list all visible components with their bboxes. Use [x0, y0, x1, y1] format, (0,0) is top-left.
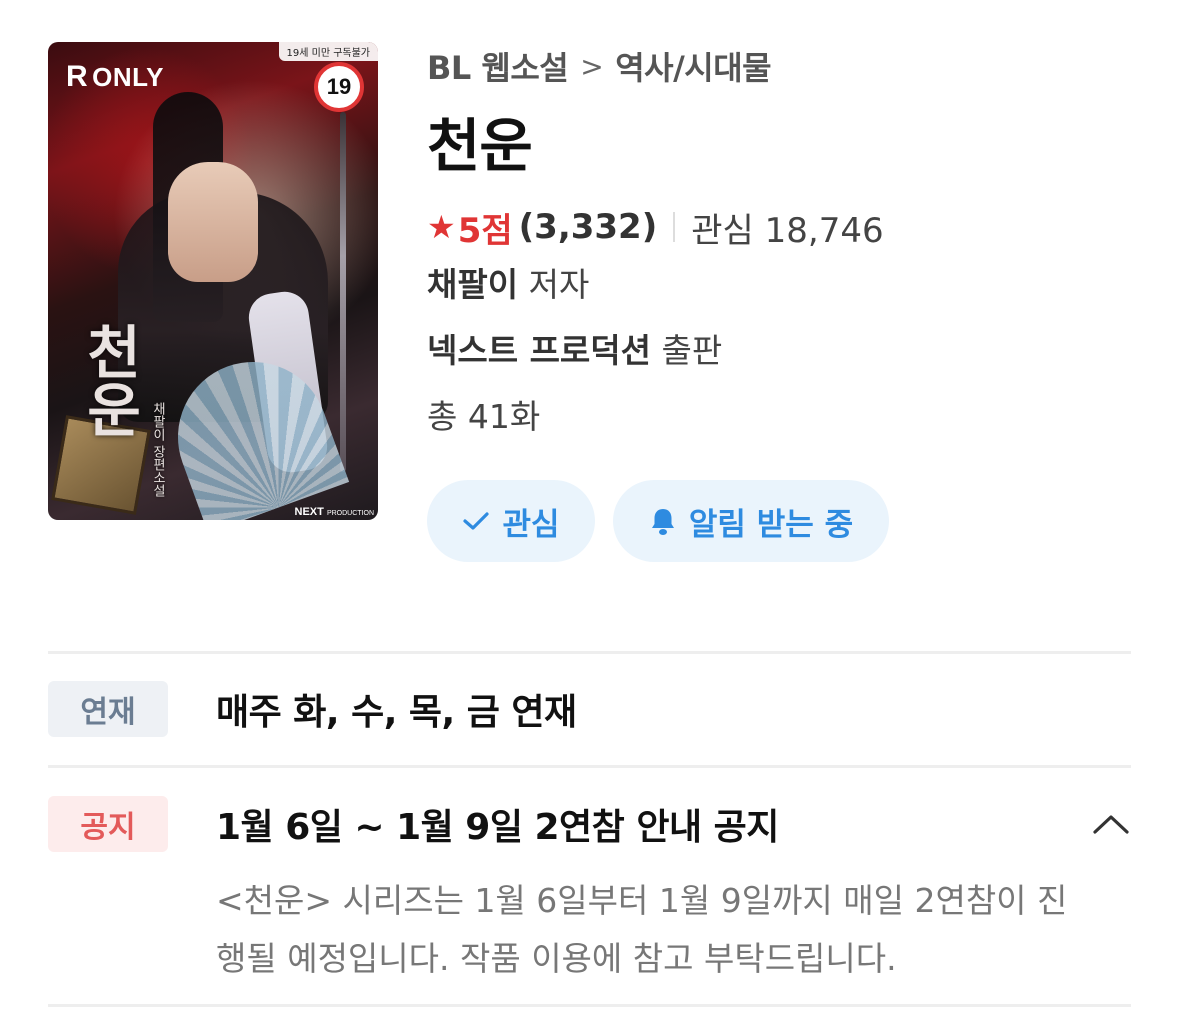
- notice-body: <천운> 시리즈는 1월 6일부터 1월 9일까지 매일 2연참이 진 행될 예…: [216, 872, 1126, 988]
- notice-tag: 공지: [48, 796, 168, 852]
- cover-art-sword: [340, 112, 346, 472]
- action-buttons: 관심 알림 받는 중: [427, 480, 1147, 562]
- cover-art-figure: [168, 162, 258, 282]
- section-divider: [48, 1004, 1131, 1007]
- rating-count[interactable]: (3,332): [519, 207, 658, 247]
- star-icon: ★: [427, 208, 456, 246]
- schedule-tag: 연재: [48, 681, 168, 737]
- breadcrumb: BL 웹소설 > 역사/시대물: [427, 40, 1147, 92]
- notice-title[interactable]: 1월 6일 ~ 1월 9일 2연참 안내 공지: [216, 798, 779, 850]
- publisher-name[interactable]: 넥스트 프로덕션: [427, 331, 651, 370]
- publisher-line: 넥스트 프로덕션 출판: [427, 318, 1147, 384]
- check-icon: [462, 510, 490, 532]
- breadcrumb-genre[interactable]: 역사/시대물: [615, 43, 771, 89]
- divider: [673, 212, 676, 242]
- breadcrumb-category[interactable]: BL 웹소설: [427, 43, 569, 89]
- publisher-logo-main: NEXT: [294, 506, 324, 518]
- cover-art-title: 천운: [75, 322, 143, 438]
- section-divider: [48, 651, 1131, 654]
- schedule-row: 연재 매주 화, 수, 목, 금 연재: [48, 681, 1131, 737]
- age-rating-badge: 19: [314, 62, 364, 112]
- notice-header[interactable]: 공지 1월 6일 ~ 1월 9일 2연참 안내 공지: [48, 796, 1131, 852]
- rating-row: ★ 5점 (3,332) 관심 18,746: [427, 202, 1147, 252]
- interest-button-label: 관심: [502, 506, 560, 543]
- interest-button[interactable]: 관심: [427, 480, 595, 562]
- section-divider: [48, 765, 1131, 768]
- notification-button-label: 알림 받는 중: [688, 506, 854, 543]
- page-title: 천운: [427, 112, 533, 180]
- notice-body-line: 행될 예정입니다. 작품 이용에 참고 부탁드립니다.: [216, 939, 897, 978]
- breadcrumb-chevron-icon: >: [580, 49, 604, 83]
- notice-body-line: <천운> 시리즈는 1월 6일부터 1월 9일까지 매일 2연참이 진: [216, 881, 1068, 920]
- author-line: 채팔이 저자: [427, 252, 1147, 318]
- cover-art-author: 채팔이 장편소설: [150, 402, 165, 498]
- episode-count: 총 41화: [427, 397, 541, 436]
- author-role: 저자: [518, 265, 590, 304]
- r-only-badge: R ONLY: [66, 60, 164, 94]
- rating-score: 5점: [457, 210, 513, 251]
- r-only-badge-r: R: [66, 60, 89, 93]
- publisher-role: 출판: [651, 331, 723, 370]
- publisher-logo: NEXT PRODUCTION: [295, 506, 374, 518]
- age-restriction-notice: 19세 미만 구독불가: [278, 42, 378, 61]
- work-info: BL 웹소설 > 역사/시대물 천운 ★ 5점 (3,332) 관심 18,74…: [427, 40, 1147, 562]
- cover-image[interactable]: 천운 채팔이 장편소설 R ONLY 19세 미만 구독불가 19 NEXT PR…: [48, 42, 378, 520]
- chevron-up-icon[interactable]: [1091, 810, 1131, 838]
- publisher-logo-sub: PRODUCTION: [326, 510, 374, 517]
- bell-icon: [649, 506, 677, 536]
- schedule-text: 매주 화, 수, 목, 금 연재: [216, 692, 577, 733]
- author-name[interactable]: 채팔이: [427, 265, 518, 304]
- notification-button[interactable]: 알림 받는 중: [613, 480, 889, 562]
- interest-count: 관심 18,746: [691, 210, 884, 251]
- r-only-badge-label: ONLY: [92, 62, 165, 92]
